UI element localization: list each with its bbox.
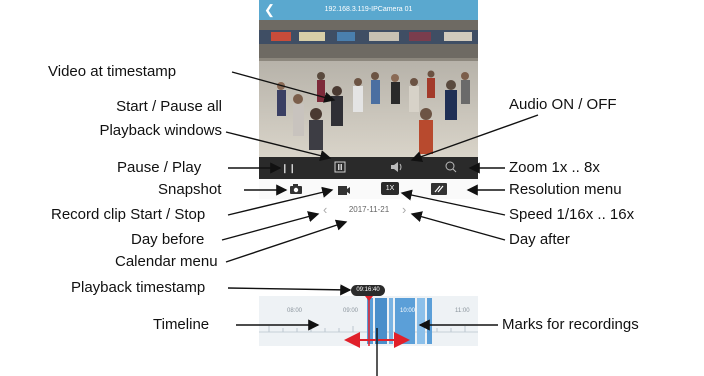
annotation-day-before: Day before	[131, 231, 205, 248]
annotation-resolution-menu: Resolution menu	[509, 181, 622, 198]
annotation-speed: Speed 1/16x .. 16x	[509, 206, 635, 223]
annotation-playback-timestamp: Playback timestamp	[71, 279, 206, 296]
annotation-pause-play: Pause / Play	[117, 159, 202, 176]
annotation-calendar-menu: Calendar menu	[115, 253, 218, 270]
annotation-start-pause-all: Start / Pause all	[116, 98, 222, 115]
annotation-video-at-timestamp: Video at timestamp	[48, 63, 177, 80]
annotation-zoom: Zoom 1x .. 8x	[509, 159, 600, 176]
annotation-record-clip: Record clip Start / Stop	[51, 206, 206, 223]
annotation-day-after: Day after	[509, 231, 570, 248]
annotation-audio: Audio ON / OFF	[509, 96, 617, 113]
annotation-timeline: Timeline	[153, 316, 210, 333]
annotation-marks-for-recordings: Marks for recordings	[502, 316, 639, 333]
annotation-snapshot: Snapshot	[158, 181, 222, 198]
annotation-playback-windows: Playback windows	[99, 122, 222, 139]
